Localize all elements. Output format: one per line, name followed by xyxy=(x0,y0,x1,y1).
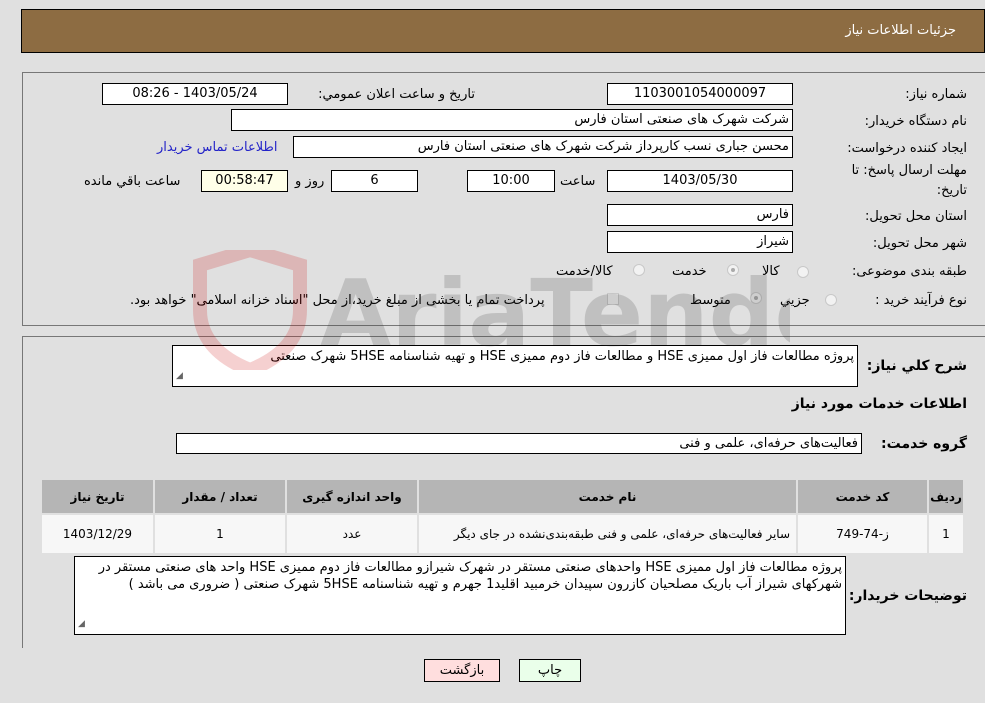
category-label: طبقه بندی موضوعی: xyxy=(851,264,967,279)
need-number-field: 1103001054000097 xyxy=(607,83,793,105)
days-remaining-field: 6 xyxy=(331,170,418,192)
col-header-service-code: کد خدمت xyxy=(796,478,929,515)
table-row: 1 ز-74-749 سایر فعالیت‌های حرفه‌ای، علمی… xyxy=(40,513,965,555)
treasury-checkbox[interactable] xyxy=(607,293,619,305)
description-textarea[interactable]: پروژه مطالعات فاز اول ممیزی HSE و مطالعا… xyxy=(172,345,858,387)
page-header: جزئیات اطلاعات نیاز xyxy=(21,9,985,53)
buyer-notes-label: توضیحات خریدار: xyxy=(848,588,967,604)
treasury-checkbox-label: پرداخت تمام یا بخشی از مبلغ خرید،از محل … xyxy=(130,293,545,308)
city-label: شهر محل تحویل: xyxy=(872,236,967,251)
description-text: پروژه مطالعات فاز اول ممیزی HSE و مطالعا… xyxy=(270,349,854,364)
process-label: نوع فرآیند خرید : xyxy=(875,293,967,308)
buyer-org-field: شرکت شهرک های صنعتی استان فارس xyxy=(231,109,793,131)
services-table: ردیف کد خدمت نام خدمت واحد اندازه گیری ت… xyxy=(40,478,965,555)
category-option-service: خدمت xyxy=(672,264,707,279)
deadline-time-field: 10:00 xyxy=(467,170,555,192)
cell-unit: عدد xyxy=(285,513,419,555)
category-radio-goods-service[interactable] xyxy=(633,264,645,276)
col-header-unit: واحد اندازه گیری xyxy=(285,478,419,515)
time-remaining-label: ساعت باقي مانده xyxy=(84,174,181,189)
service-group-field: فعالیت‌های حرفه‌ای، علمی و فنی xyxy=(176,433,862,454)
announce-datetime-field: 1403/05/24 - 08:26 xyxy=(102,83,288,105)
description-label: شرح كلي نیاز: xyxy=(866,358,967,374)
creator-label: ایجاد کننده درخواست: xyxy=(847,141,967,156)
category-radio-goods[interactable] xyxy=(797,266,809,278)
process-option-medium: متوسط xyxy=(690,293,731,308)
category-option-goods-service: کالا/خدمت xyxy=(556,264,613,279)
city-field: شیراز xyxy=(607,231,793,253)
services-section-title: اطلاعات خدمات مورد نیاز xyxy=(791,396,967,412)
cell-need-date: 1403/12/29 xyxy=(40,513,155,555)
province-label: استان محل تحویل: xyxy=(865,209,967,224)
col-header-service-name: نام خدمت xyxy=(417,478,798,515)
province-field: فارس xyxy=(607,204,793,226)
deadline-label-date: تاریخ: xyxy=(936,183,967,198)
resize-grip-icon[interactable]: ◢ xyxy=(176,368,183,385)
col-header-need-date: تاریخ نیاز xyxy=(40,478,155,515)
cell-service-code: ز-74-749 xyxy=(796,513,929,555)
process-radio-minor[interactable] xyxy=(825,294,837,306)
col-header-row-number: ردیف xyxy=(927,478,965,515)
days-label: روز و xyxy=(295,174,325,189)
service-group-label: گروه خدمت: xyxy=(881,436,967,452)
deadline-time-label: ساعت xyxy=(560,174,596,189)
buyer-contact-link[interactable]: اطلاعات تماس خریدار xyxy=(157,140,277,155)
cell-service-name: سایر فعالیت‌های حرفه‌ای، علمی و فنی طبقه… xyxy=(417,513,798,555)
print-button[interactable]: چاپ xyxy=(519,659,581,682)
deadline-label: مهلت ارسال پاسخ: تا xyxy=(851,163,967,178)
process-radio-medium[interactable] xyxy=(750,292,762,304)
back-button[interactable]: بازگشت xyxy=(424,659,500,682)
time-remaining-field: 00:58:47 xyxy=(201,170,288,192)
page-title: جزئیات اطلاعات نیاز xyxy=(845,23,956,38)
cell-row-number: 1 xyxy=(927,513,965,555)
need-number-label: شماره نیاز: xyxy=(905,87,967,102)
table-header-row: ردیف کد خدمت نام خدمت واحد اندازه گیری ت… xyxy=(40,478,965,515)
category-radio-service[interactable] xyxy=(727,264,739,276)
buyer-notes-text: پروژه مطالعات فاز اول ممیزی HSE واحدهای … xyxy=(98,560,842,592)
announce-label: تاریخ و ساعت اعلان عمومي: xyxy=(318,87,475,102)
deadline-date-field: 1403/05/30 xyxy=(607,170,793,192)
buyer-notes-textarea[interactable]: پروژه مطالعات فاز اول ممیزی HSE واحدهای … xyxy=(74,556,846,635)
creator-field: محسن جباری نسب کارپرداز شرکت شهرک های صن… xyxy=(293,136,793,158)
buyer-org-label: نام دستگاه خریدار: xyxy=(864,114,967,129)
resize-grip-icon[interactable]: ◢ xyxy=(78,616,85,633)
category-option-goods: کالا xyxy=(762,264,780,279)
cell-quantity: 1 xyxy=(153,513,287,555)
process-option-minor: جزيي xyxy=(780,293,810,308)
col-header-quantity: تعداد / مقدار xyxy=(153,478,287,515)
